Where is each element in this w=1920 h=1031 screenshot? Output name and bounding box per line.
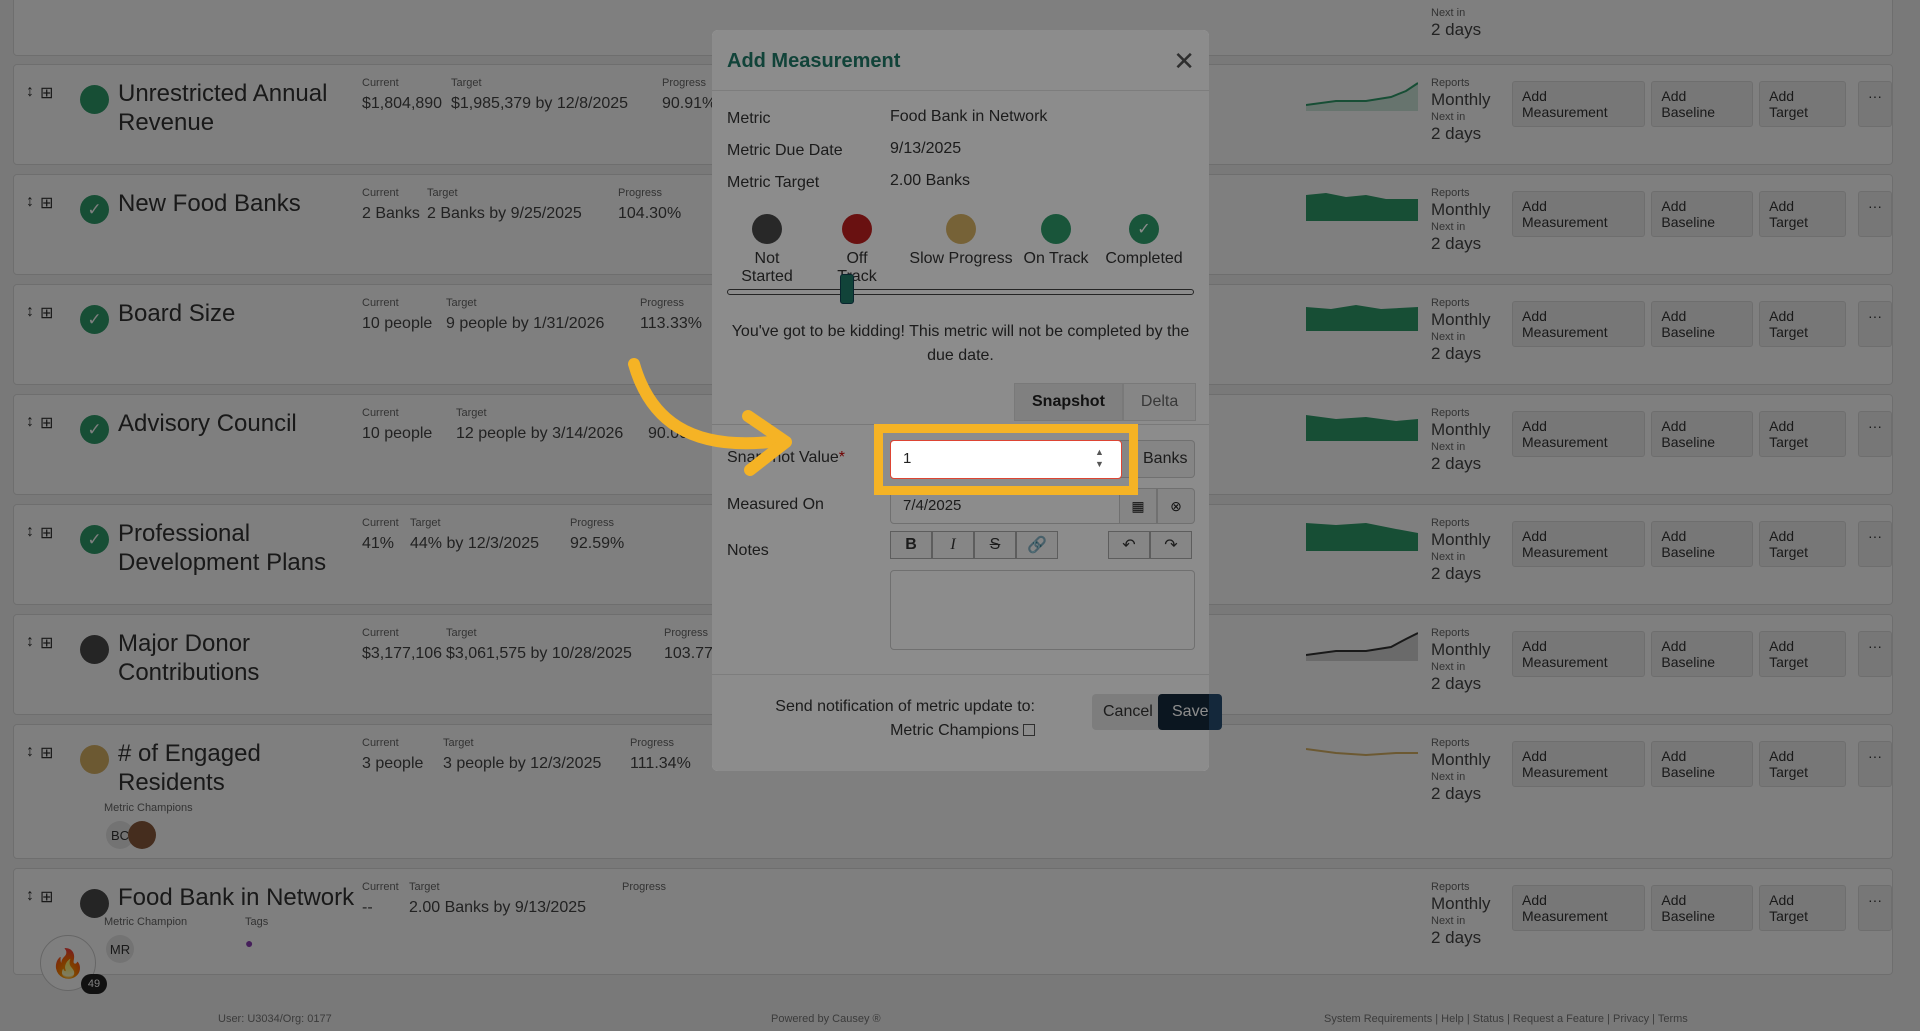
snapshot-value-input-focused[interactable]: 1	[890, 440, 1122, 479]
pointer-arrow-icon	[628, 358, 792, 476]
stepper-icon[interactable]: ▲ ▼	[1095, 446, 1104, 470]
